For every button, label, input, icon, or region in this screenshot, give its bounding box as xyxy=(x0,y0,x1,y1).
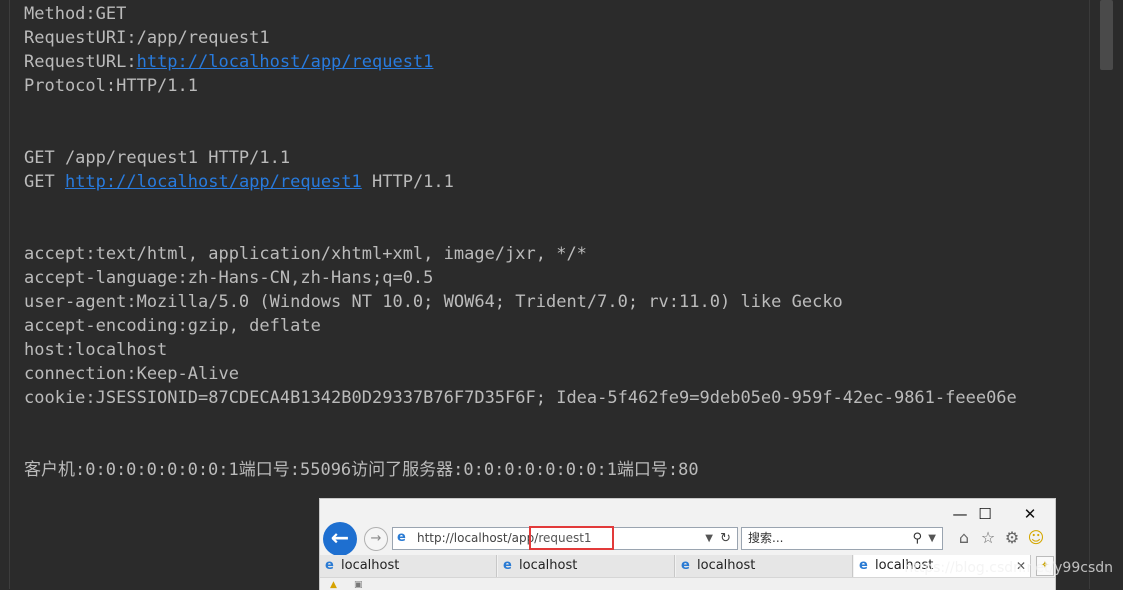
close-window-button[interactable]: ✕ xyxy=(1010,503,1050,525)
ie-logo-icon: e xyxy=(681,558,690,573)
maximize-button[interactable]: ☐ xyxy=(965,503,1005,525)
url-highlight-box xyxy=(529,526,614,550)
console-scrollbar[interactable] xyxy=(1089,0,1123,589)
console-line: connection:Keep-Alive xyxy=(24,364,239,384)
watermark: https://blog.csdn.net/y99csdn xyxy=(904,560,1113,576)
console-link[interactable]: http://localhost/app/request1 xyxy=(65,172,362,192)
editor-gutter-line xyxy=(9,0,10,589)
console-line: GET http://localhost/app/request1 HTTP/1… xyxy=(24,170,1092,194)
browser-tab[interactable]: e localhost xyxy=(320,555,497,577)
console-line-prefix: RequestURL: xyxy=(24,52,137,72)
console-line: accept-language:zh-Hans-CN,zh-Hans;q=0.5 xyxy=(24,268,434,288)
console-line: accept-encoding:gzip, deflate xyxy=(24,316,321,336)
browser-tab[interactable]: e localhost xyxy=(676,555,853,577)
gear-icon[interactable]: ⚙ xyxy=(1002,528,1022,548)
back-arrow-icon[interactable]: ← xyxy=(323,522,357,556)
scrollbar-thumb[interactable] xyxy=(1100,0,1113,70)
ie-logo-icon: e xyxy=(503,558,512,573)
console-line: RequestURL:http://localhost/app/request1 xyxy=(24,50,1092,74)
ie-browser-window: — ☐ ✕ ← → e http://localhost/app/request… xyxy=(319,498,1056,590)
console-line: cookie:JSESSIONID=87CDECA4B1342B0D29337B… xyxy=(24,388,1017,408)
console-line-prefix: GET xyxy=(24,172,65,192)
browser-tab[interactable]: e localhost xyxy=(498,555,675,577)
console-link[interactable]: http://localhost/app/request1 xyxy=(137,52,434,72)
console-line-suffix: HTTP/1.1 xyxy=(361,172,454,192)
favorites-star-icon[interactable]: ☆ xyxy=(978,528,998,548)
ie-logo-icon: e xyxy=(325,558,334,573)
console-line: user-agent:Mozilla/5.0 (Windows NT 10.0;… xyxy=(24,292,843,312)
address-dropdown-icon[interactable]: ▼ xyxy=(705,528,713,549)
command-bar: ▲ ▣ xyxy=(320,577,1055,590)
console-line: host:localhost xyxy=(24,340,168,360)
search-dropdown-icon[interactable]: ▼ xyxy=(928,528,936,549)
console-line: 客户机:0:0:0:0:0:0:0:1端口号:55096访问了服务器:0:0:0… xyxy=(24,460,699,480)
search-box[interactable]: 搜索... ⚲ ▼ xyxy=(741,527,943,550)
search-placeholder: 搜索... xyxy=(748,531,784,545)
console-line: Method:GET xyxy=(24,4,127,24)
tab-label: localhost xyxy=(697,558,756,573)
console-line: RequestURI:/app/request1 xyxy=(24,28,270,48)
refresh-icon[interactable]: ↻ xyxy=(720,528,731,549)
home-icon[interactable]: ⌂ xyxy=(954,528,974,548)
console-line: accept:text/html, application/xhtml+xml,… xyxy=(24,244,587,264)
console-line: Protocol:HTTP/1.1 xyxy=(24,76,198,96)
console-line: GET /app/request1 HTTP/1.1 xyxy=(24,148,291,168)
tab-label: localhost xyxy=(341,558,400,573)
ie-logo-icon: e xyxy=(859,558,868,573)
search-icon[interactable]: ⚲ xyxy=(912,528,922,549)
ie-logo-icon: e xyxy=(397,530,406,545)
tab-label: localhost xyxy=(519,558,578,573)
smiley-feedback-icon[interactable]: ☺ xyxy=(1026,528,1046,548)
url-prefix: http://localhost/app/ xyxy=(417,531,539,545)
forward-arrow-icon[interactable]: → xyxy=(364,527,388,551)
console-output: Method:GET RequestURI:/app/request1 Reques… xyxy=(24,2,1092,482)
